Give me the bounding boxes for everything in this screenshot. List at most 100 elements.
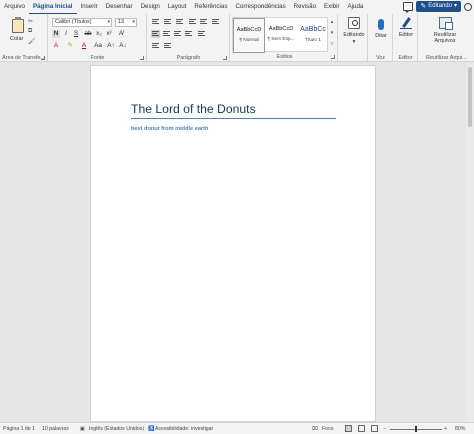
- document-page[interactable]: The Lord of the Donuts best donut from m…: [90, 65, 376, 422]
- bold-button[interactable]: N: [52, 30, 60, 38]
- editing-button[interactable]: Editando ▾: [341, 17, 367, 45]
- proofing-icon[interactable]: ▣: [80, 426, 85, 432]
- reuse-files-button[interactable]: Reutilizar Arquivos: [423, 17, 467, 44]
- tab-exibir[interactable]: Exibir: [320, 0, 343, 14]
- numbering-icon[interactable]: [163, 18, 172, 26]
- zoom-out-icon[interactable]: −: [383, 426, 386, 432]
- font-size-combo[interactable]: 13 ▾: [115, 18, 137, 27]
- chevron-up-icon[interactable]: ▴: [329, 17, 335, 28]
- zoom-level[interactable]: 80%: [455, 426, 465, 432]
- style-name: ¶ Normal: [239, 38, 259, 43]
- font-size-value: 13: [118, 19, 124, 25]
- document-title[interactable]: The Lord of the Donuts: [131, 102, 256, 116]
- style-heading-1[interactable]: AaBbCc Título 1: [297, 18, 329, 53]
- style-sample: AaBbCc: [300, 26, 326, 33]
- align-center-icon[interactable]: [162, 30, 171, 38]
- italic-button[interactable]: I: [62, 30, 70, 38]
- tab-revisao[interactable]: Revisão: [290, 0, 320, 14]
- superscript-button[interactable]: x²: [105, 30, 113, 38]
- tab-inserir[interactable]: Inserir: [77, 0, 102, 14]
- tab-design[interactable]: Design: [137, 0, 164, 14]
- dictate-button[interactable]: Ditar: [371, 17, 391, 39]
- style-sample: AaBbCcD: [236, 27, 262, 33]
- format-painter-icon[interactable]: 🖌: [28, 38, 36, 45]
- sort-icon[interactable]: [211, 18, 220, 26]
- tab-desenhar[interactable]: Desenhar: [102, 0, 137, 14]
- style-normal[interactable]: AaBbCcD ¶ Normal: [233, 18, 265, 53]
- chevron-down-icon: ▾: [132, 19, 135, 25]
- paste-button-label[interactable]: Colar: [10, 36, 23, 42]
- tab-correspondencias[interactable]: Correspondências: [231, 0, 289, 14]
- paste-icon[interactable]: [12, 17, 24, 33]
- editing-mode-label: Editando: [428, 3, 452, 9]
- align-right-icon[interactable]: [173, 30, 182, 38]
- clear-format-icon[interactable]: A̸: [117, 30, 125, 38]
- title-underline-rule: [131, 118, 336, 119]
- comment-icon[interactable]: [403, 2, 414, 13]
- voice-group: Ditar Voz: [369, 14, 393, 62]
- grow-font-icon[interactable]: A↑: [107, 42, 115, 50]
- align-left-icon[interactable]: [151, 30, 160, 38]
- clipboard-group: Colar ✂ ⧉ 🖌 Área de Transfe...: [0, 14, 48, 62]
- font-family-combo[interactable]: Calibri (Títulos) ▾: [52, 18, 112, 27]
- focus-icon[interactable]: ⌧: [312, 426, 318, 432]
- styles-launcher-icon[interactable]: [331, 55, 335, 59]
- tab-pagina-inicial[interactable]: Página Inicial: [28, 0, 77, 14]
- paragraph-launcher-icon[interactable]: [223, 56, 227, 60]
- text-effects-icon[interactable]: A: [52, 42, 60, 50]
- font-color-icon[interactable]: A: [80, 42, 88, 50]
- tab-referencias[interactable]: Referências: [190, 0, 231, 14]
- read-mode-icon[interactable]: [345, 425, 352, 432]
- decrease-indent-icon[interactable]: [188, 18, 197, 26]
- change-case-icon[interactable]: Aa: [94, 42, 102, 50]
- editor-group: Editor Editor: [394, 14, 418, 62]
- editor-label: Editor: [398, 32, 414, 38]
- editing-mode-button[interactable]: ✎ Editando ▾: [416, 1, 461, 12]
- clipboard-launcher-icon[interactable]: [41, 56, 45, 60]
- accessibility-status[interactable]: Acessibilidade: investigar: [155, 426, 213, 432]
- multilevel-list-icon[interactable]: [175, 18, 184, 26]
- vertical-scrollbar[interactable]: [466, 63, 474, 422]
- more-styles-icon[interactable]: ▿: [329, 39, 335, 50]
- shading-icon[interactable]: [151, 42, 160, 50]
- styles-gallery: AaBbCcD ¶ Normal AaBbCcD ¶ Sem Esp... Aa…: [232, 17, 329, 53]
- line-spacing-icon[interactable]: [197, 30, 206, 38]
- web-layout-icon[interactable]: [371, 425, 378, 432]
- chevron-down-icon: ▾: [453, 3, 457, 9]
- shrink-font-icon[interactable]: A↓: [119, 42, 127, 50]
- accessibility-icon[interactable]: ♿: [148, 426, 154, 432]
- tab-arquivo[interactable]: Arquivo: [0, 0, 29, 14]
- tab-ajuda[interactable]: Ajuda: [344, 0, 368, 14]
- document-canvas: The Lord of the Donuts best donut from m…: [0, 63, 474, 422]
- borders-icon[interactable]: [163, 42, 172, 50]
- underline-button[interactable]: S: [72, 30, 80, 38]
- styles-scroll[interactable]: ▴ ▾ ▿: [329, 17, 335, 52]
- chevron-down-icon[interactable]: ▾: [329, 28, 335, 39]
- strikethrough-button[interactable]: ab: [84, 30, 92, 38]
- word-count[interactable]: 10 palavras: [42, 426, 69, 432]
- font-launcher-icon[interactable]: [140, 56, 144, 60]
- chevron-down-icon: ▾: [107, 19, 110, 25]
- share-icon[interactable]: [464, 2, 472, 11]
- scrollbar-thumb[interactable]: [468, 67, 472, 127]
- print-layout-icon[interactable]: [358, 425, 365, 432]
- editor-button[interactable]: Editor: [396, 17, 416, 38]
- zoom-in-icon[interactable]: +: [444, 426, 447, 432]
- focus-label[interactable]: Foco: [322, 426, 334, 432]
- clipboard-group-label: Área de Transfe...: [2, 55, 45, 61]
- zoom-slider-thumb[interactable]: [415, 426, 417, 432]
- page-count[interactable]: Página 1 de 1: [3, 426, 35, 432]
- voice-group-label: Voz: [376, 55, 385, 61]
- language-status[interactable]: Inglês (Estados Unidos): [89, 426, 144, 432]
- subscript-button[interactable]: x₂: [95, 30, 103, 38]
- copy-icon[interactable]: ⧉: [28, 28, 32, 35]
- justify-icon[interactable]: [184, 30, 193, 38]
- find-icon: [348, 17, 360, 29]
- style-no-spacing[interactable]: AaBbCcD ¶ Sem Esp...: [265, 18, 297, 53]
- document-subtitle[interactable]: best donut from middle earth: [131, 126, 208, 132]
- tab-layout[interactable]: Layout: [164, 0, 191, 14]
- cut-icon[interactable]: ✂: [28, 18, 33, 25]
- increase-indent-icon[interactable]: [199, 18, 208, 26]
- bullets-icon[interactable]: [151, 18, 160, 26]
- highlight-icon[interactable]: ✎: [66, 42, 74, 50]
